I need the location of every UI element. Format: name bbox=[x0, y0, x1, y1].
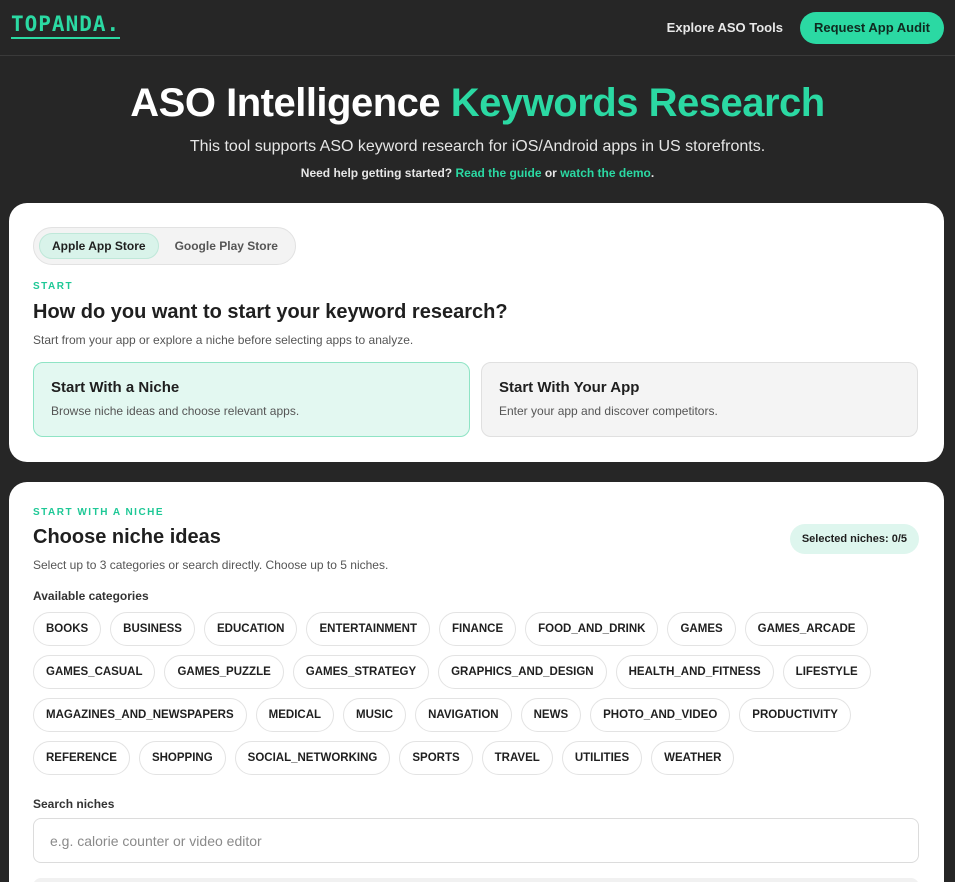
hero-subtitle: This tool supports ASO keyword research … bbox=[189, 138, 766, 155]
top-navigation-bar: TOPANDA. Explore ASO Tools Request App A… bbox=[0, 0, 955, 56]
category-chip-news[interactable]: NEWS bbox=[520, 698, 582, 732]
category-chip-finance[interactable]: FINANCE bbox=[439, 612, 517, 646]
help-prefix: Need help getting started? bbox=[300, 166, 453, 180]
topanda-logo[interactable]: TOPANDA. bbox=[11, 13, 121, 39]
category-chip-utilities[interactable]: UTILITIES bbox=[561, 741, 643, 775]
help-suffix: . bbox=[650, 166, 655, 180]
category-chip-food-and-drink[interactable]: FOOD_AND_DRINK bbox=[525, 612, 659, 646]
category-chip-health-and-fitness[interactable]: HEALTH_AND_FITNESS bbox=[615, 655, 774, 689]
category-chip-travel[interactable]: TRAVEL bbox=[481, 741, 553, 775]
search-niches-input[interactable] bbox=[33, 818, 919, 863]
category-chip-medical[interactable]: MEDICAL bbox=[255, 698, 335, 732]
explore-aso-tools-link[interactable]: Explore ASO Tools bbox=[667, 20, 783, 35]
title-main: ASO Intelligence bbox=[130, 81, 441, 125]
nav-actions: Explore ASO Tools Request App Audit bbox=[667, 11, 944, 44]
niche-option-desc: Browse niche ideas and choose relevant a… bbox=[51, 404, 300, 418]
start-description: Start from your app or explore a niche b… bbox=[33, 333, 414, 347]
category-chip-games-arcade[interactable]: GAMES_ARCADE bbox=[744, 612, 869, 646]
start-with-niche-option[interactable]: Start With a Niche Browse niche ideas an… bbox=[33, 362, 470, 437]
read-guide-link[interactable]: Read the guide bbox=[455, 166, 541, 180]
start-with-app-option[interactable]: Start With Your App Enter your app and d… bbox=[481, 362, 918, 437]
category-chip-games-puzzle[interactable]: GAMES_PUZZLE bbox=[164, 655, 284, 689]
niche-card: START WITH A NICHE Choose niche ideas Se… bbox=[9, 482, 944, 882]
app-option-desc: Enter your app and discover competitors. bbox=[499, 404, 718, 418]
help-or: or bbox=[544, 166, 557, 180]
search-niches-label: Search niches bbox=[33, 797, 115, 811]
category-chip-games[interactable]: GAMES bbox=[667, 612, 736, 646]
app-option-title: Start With Your App bbox=[499, 379, 640, 396]
niche-option-title: Start With a Niche bbox=[51, 379, 180, 396]
category-chip-shopping[interactable]: SHOPPING bbox=[138, 741, 226, 775]
category-chip-books[interactable]: BOOKS bbox=[33, 612, 102, 646]
niche-description: Select up to 3 categories or search dire… bbox=[33, 558, 389, 572]
category-chip-photo-and-video[interactable]: PHOTO_AND_VIDEO bbox=[590, 698, 731, 732]
help-line: Need help getting started? Read the guid… bbox=[0, 166, 955, 180]
category-chip-games-strategy[interactable]: GAMES_STRATEGY bbox=[292, 655, 430, 689]
selected-niches-badge: Selected niches: 0/5 bbox=[789, 524, 919, 554]
start-card: Apple App Store Google Play Store START … bbox=[9, 203, 944, 462]
categories-label: Available categories bbox=[33, 589, 149, 603]
category-chip-sports[interactable]: SPORTS bbox=[399, 741, 473, 775]
start-title: How do you want to start your keyword re… bbox=[33, 301, 508, 323]
category-chip-list: BOOKS BUSINESS EDUCATION ENTERTAINMENT FINAN… bbox=[33, 612, 923, 775]
category-chip-education[interactable]: EDUCATION bbox=[203, 612, 298, 646]
watch-demo-link[interactable]: watch the demo bbox=[560, 166, 651, 180]
google-play-store-tab[interactable]: Google Play Store bbox=[163, 233, 290, 259]
niche-title: Choose niche ideas bbox=[33, 526, 221, 548]
category-chip-music[interactable]: MUSIC bbox=[343, 698, 407, 732]
category-chip-social-networking[interactable]: SOCIAL_NETWORKING bbox=[234, 741, 391, 775]
category-chip-games-casual[interactable]: GAMES_CASUAL bbox=[33, 655, 156, 689]
hero-section: ASO Intelligence Keywords Research This … bbox=[0, 80, 955, 180]
niche-eyebrow: START WITH A NICHE bbox=[33, 507, 165, 518]
category-chip-business[interactable]: BUSINESS bbox=[110, 612, 195, 646]
category-chip-magazines-and-newspapers[interactable]: MAGAZINES_AND_NEWSPAPERS bbox=[33, 698, 247, 732]
page-title: ASO Intelligence Keywords Research bbox=[0, 80, 955, 126]
category-chip-lifestyle[interactable]: LIFESTYLE bbox=[782, 655, 871, 689]
start-eyebrow: START bbox=[33, 281, 74, 292]
category-chip-weather[interactable]: WEATHER bbox=[651, 741, 735, 775]
category-chip-entertainment[interactable]: ENTERTAINMENT bbox=[306, 612, 431, 646]
title-accent: Keywords Research bbox=[450, 81, 825, 125]
category-chip-navigation[interactable]: NAVIGATION bbox=[415, 698, 512, 732]
store-toggle: Apple App Store Google Play Store bbox=[33, 227, 296, 265]
request-app-audit-button[interactable]: Request App Audit bbox=[799, 11, 944, 44]
apple-app-store-tab[interactable]: Apple App Store bbox=[39, 233, 159, 259]
category-chip-productivity[interactable]: PRODUCTIVITY bbox=[739, 698, 851, 732]
category-chip-reference[interactable]: REFERENCE bbox=[33, 741, 130, 775]
category-chip-graphics-and-design[interactable]: GRAPHICS_AND_DESIGN bbox=[438, 655, 607, 689]
next-section-strip bbox=[33, 878, 919, 882]
